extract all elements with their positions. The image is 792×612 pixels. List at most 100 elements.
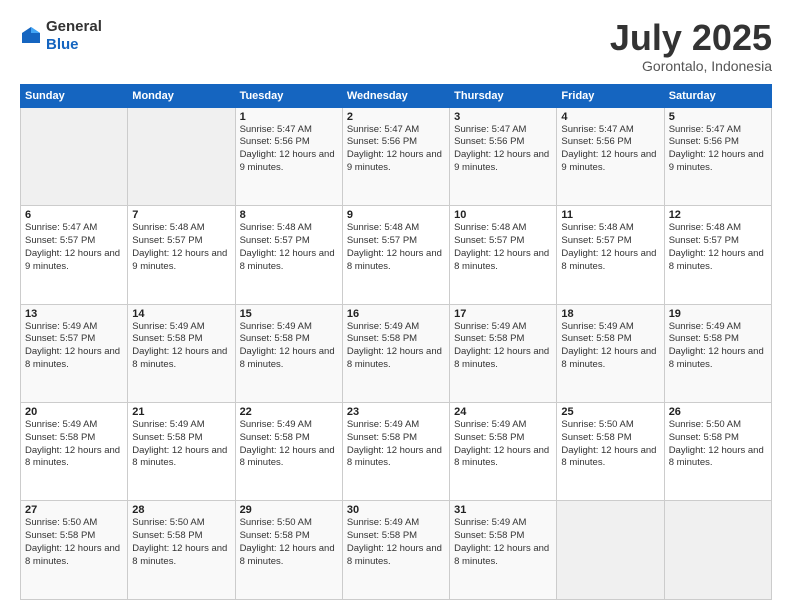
day-info: Sunrise: 5:48 AM Sunset: 5:57 PM Dayligh… xyxy=(561,222,659,273)
logo-general: General xyxy=(46,18,102,35)
day-info: Sunrise: 5:49 AM Sunset: 5:58 PM Dayligh… xyxy=(347,419,445,470)
day-number: 31 xyxy=(454,504,552,516)
day-number: 30 xyxy=(347,504,445,516)
day-number: 1 xyxy=(240,111,338,123)
day-number: 12 xyxy=(669,209,767,221)
day-number: 23 xyxy=(347,406,445,418)
day-number: 17 xyxy=(454,308,552,320)
logo-text: General Blue xyxy=(46,18,102,54)
logo-blue: Blue xyxy=(46,36,79,53)
day-info: Sunrise: 5:48 AM Sunset: 5:57 PM Dayligh… xyxy=(347,222,445,273)
calendar-week-3: 20Sunrise: 5:49 AM Sunset: 5:58 PM Dayli… xyxy=(21,403,772,501)
header-friday: Friday xyxy=(557,84,664,107)
header-wednesday: Wednesday xyxy=(342,84,449,107)
calendar-cell: 20Sunrise: 5:49 AM Sunset: 5:58 PM Dayli… xyxy=(21,403,128,501)
calendar-cell: 3Sunrise: 5:47 AM Sunset: 5:56 PM Daylig… xyxy=(450,107,557,205)
calendar-cell xyxy=(557,501,664,600)
day-number: 21 xyxy=(132,406,230,418)
header: General Blue July 2025 Gorontalo, Indone… xyxy=(20,18,772,74)
day-info: Sunrise: 5:49 AM Sunset: 5:57 PM Dayligh… xyxy=(25,321,123,372)
calendar-week-2: 13Sunrise: 5:49 AM Sunset: 5:57 PM Dayli… xyxy=(21,304,772,402)
day-number: 11 xyxy=(561,209,659,221)
logo-icon xyxy=(20,25,42,47)
day-number: 14 xyxy=(132,308,230,320)
day-number: 20 xyxy=(25,406,123,418)
calendar-cell: 23Sunrise: 5:49 AM Sunset: 5:58 PM Dayli… xyxy=(342,403,449,501)
day-info: Sunrise: 5:49 AM Sunset: 5:58 PM Dayligh… xyxy=(132,321,230,372)
header-saturday: Saturday xyxy=(664,84,771,107)
calendar-cell xyxy=(664,501,771,600)
logo: General Blue xyxy=(20,18,102,54)
day-info: Sunrise: 5:47 AM Sunset: 5:56 PM Dayligh… xyxy=(454,124,552,175)
day-info: Sunrise: 5:48 AM Sunset: 5:57 PM Dayligh… xyxy=(240,222,338,273)
day-info: Sunrise: 5:50 AM Sunset: 5:58 PM Dayligh… xyxy=(132,517,230,568)
day-info: Sunrise: 5:50 AM Sunset: 5:58 PM Dayligh… xyxy=(240,517,338,568)
header-thursday: Thursday xyxy=(450,84,557,107)
day-info: Sunrise: 5:48 AM Sunset: 5:57 PM Dayligh… xyxy=(132,222,230,273)
calendar-cell: 19Sunrise: 5:49 AM Sunset: 5:58 PM Dayli… xyxy=(664,304,771,402)
calendar-cell: 16Sunrise: 5:49 AM Sunset: 5:58 PM Dayli… xyxy=(342,304,449,402)
day-number: 9 xyxy=(347,209,445,221)
day-info: Sunrise: 5:49 AM Sunset: 5:58 PM Dayligh… xyxy=(240,321,338,372)
calendar-cell: 21Sunrise: 5:49 AM Sunset: 5:58 PM Dayli… xyxy=(128,403,235,501)
day-number: 5 xyxy=(669,111,767,123)
calendar-cell: 25Sunrise: 5:50 AM Sunset: 5:58 PM Dayli… xyxy=(557,403,664,501)
calendar-cell: 31Sunrise: 5:49 AM Sunset: 5:58 PM Dayli… xyxy=(450,501,557,600)
calendar-header-row: Sunday Monday Tuesday Wednesday Thursday… xyxy=(21,84,772,107)
day-info: Sunrise: 5:48 AM Sunset: 5:57 PM Dayligh… xyxy=(454,222,552,273)
calendar-week-0: 1Sunrise: 5:47 AM Sunset: 5:56 PM Daylig… xyxy=(21,107,772,205)
header-sunday: Sunday xyxy=(21,84,128,107)
calendar-cell: 11Sunrise: 5:48 AM Sunset: 5:57 PM Dayli… xyxy=(557,206,664,304)
day-number: 24 xyxy=(454,406,552,418)
day-number: 22 xyxy=(240,406,338,418)
header-tuesday: Tuesday xyxy=(235,84,342,107)
day-info: Sunrise: 5:49 AM Sunset: 5:58 PM Dayligh… xyxy=(240,419,338,470)
day-info: Sunrise: 5:49 AM Sunset: 5:58 PM Dayligh… xyxy=(454,517,552,568)
calendar-cell: 13Sunrise: 5:49 AM Sunset: 5:57 PM Dayli… xyxy=(21,304,128,402)
day-info: Sunrise: 5:49 AM Sunset: 5:58 PM Dayligh… xyxy=(25,419,123,470)
calendar-cell: 17Sunrise: 5:49 AM Sunset: 5:58 PM Dayli… xyxy=(450,304,557,402)
day-info: Sunrise: 5:47 AM Sunset: 5:56 PM Dayligh… xyxy=(240,124,338,175)
month-title: July 2025 xyxy=(610,18,772,58)
day-info: Sunrise: 5:49 AM Sunset: 5:58 PM Dayligh… xyxy=(454,321,552,372)
location: Gorontalo, Indonesia xyxy=(610,58,772,74)
calendar-cell: 1Sunrise: 5:47 AM Sunset: 5:56 PM Daylig… xyxy=(235,107,342,205)
day-info: Sunrise: 5:49 AM Sunset: 5:58 PM Dayligh… xyxy=(347,517,445,568)
day-number: 6 xyxy=(25,209,123,221)
page: General Blue July 2025 Gorontalo, Indone… xyxy=(0,0,792,612)
day-info: Sunrise: 5:49 AM Sunset: 5:58 PM Dayligh… xyxy=(561,321,659,372)
day-info: Sunrise: 5:50 AM Sunset: 5:58 PM Dayligh… xyxy=(25,517,123,568)
calendar-cell: 30Sunrise: 5:49 AM Sunset: 5:58 PM Dayli… xyxy=(342,501,449,600)
calendar-cell: 24Sunrise: 5:49 AM Sunset: 5:58 PM Dayli… xyxy=(450,403,557,501)
calendar-cell xyxy=(128,107,235,205)
calendar-week-4: 27Sunrise: 5:50 AM Sunset: 5:58 PM Dayli… xyxy=(21,501,772,600)
calendar-cell: 14Sunrise: 5:49 AM Sunset: 5:58 PM Dayli… xyxy=(128,304,235,402)
day-number: 28 xyxy=(132,504,230,516)
calendar-cell: 5Sunrise: 5:47 AM Sunset: 5:56 PM Daylig… xyxy=(664,107,771,205)
day-number: 10 xyxy=(454,209,552,221)
calendar-cell: 18Sunrise: 5:49 AM Sunset: 5:58 PM Dayli… xyxy=(557,304,664,402)
calendar-cell: 6Sunrise: 5:47 AM Sunset: 5:57 PM Daylig… xyxy=(21,206,128,304)
calendar-cell: 26Sunrise: 5:50 AM Sunset: 5:58 PM Dayli… xyxy=(664,403,771,501)
day-number: 26 xyxy=(669,406,767,418)
day-number: 29 xyxy=(240,504,338,516)
calendar-cell: 12Sunrise: 5:48 AM Sunset: 5:57 PM Dayli… xyxy=(664,206,771,304)
day-number: 27 xyxy=(25,504,123,516)
calendar-cell: 4Sunrise: 5:47 AM Sunset: 5:56 PM Daylig… xyxy=(557,107,664,205)
calendar-cell: 9Sunrise: 5:48 AM Sunset: 5:57 PM Daylig… xyxy=(342,206,449,304)
day-info: Sunrise: 5:50 AM Sunset: 5:58 PM Dayligh… xyxy=(561,419,659,470)
day-number: 19 xyxy=(669,308,767,320)
day-number: 16 xyxy=(347,308,445,320)
day-number: 25 xyxy=(561,406,659,418)
calendar-week-1: 6Sunrise: 5:47 AM Sunset: 5:57 PM Daylig… xyxy=(21,206,772,304)
day-number: 8 xyxy=(240,209,338,221)
day-number: 18 xyxy=(561,308,659,320)
calendar-cell: 29Sunrise: 5:50 AM Sunset: 5:58 PM Dayli… xyxy=(235,501,342,600)
calendar-cell: 2Sunrise: 5:47 AM Sunset: 5:56 PM Daylig… xyxy=(342,107,449,205)
day-info: Sunrise: 5:47 AM Sunset: 5:56 PM Dayligh… xyxy=(347,124,445,175)
day-info: Sunrise: 5:48 AM Sunset: 5:57 PM Dayligh… xyxy=(669,222,767,273)
day-info: Sunrise: 5:47 AM Sunset: 5:56 PM Dayligh… xyxy=(561,124,659,175)
calendar-cell xyxy=(21,107,128,205)
day-number: 3 xyxy=(454,111,552,123)
day-info: Sunrise: 5:49 AM Sunset: 5:58 PM Dayligh… xyxy=(669,321,767,372)
